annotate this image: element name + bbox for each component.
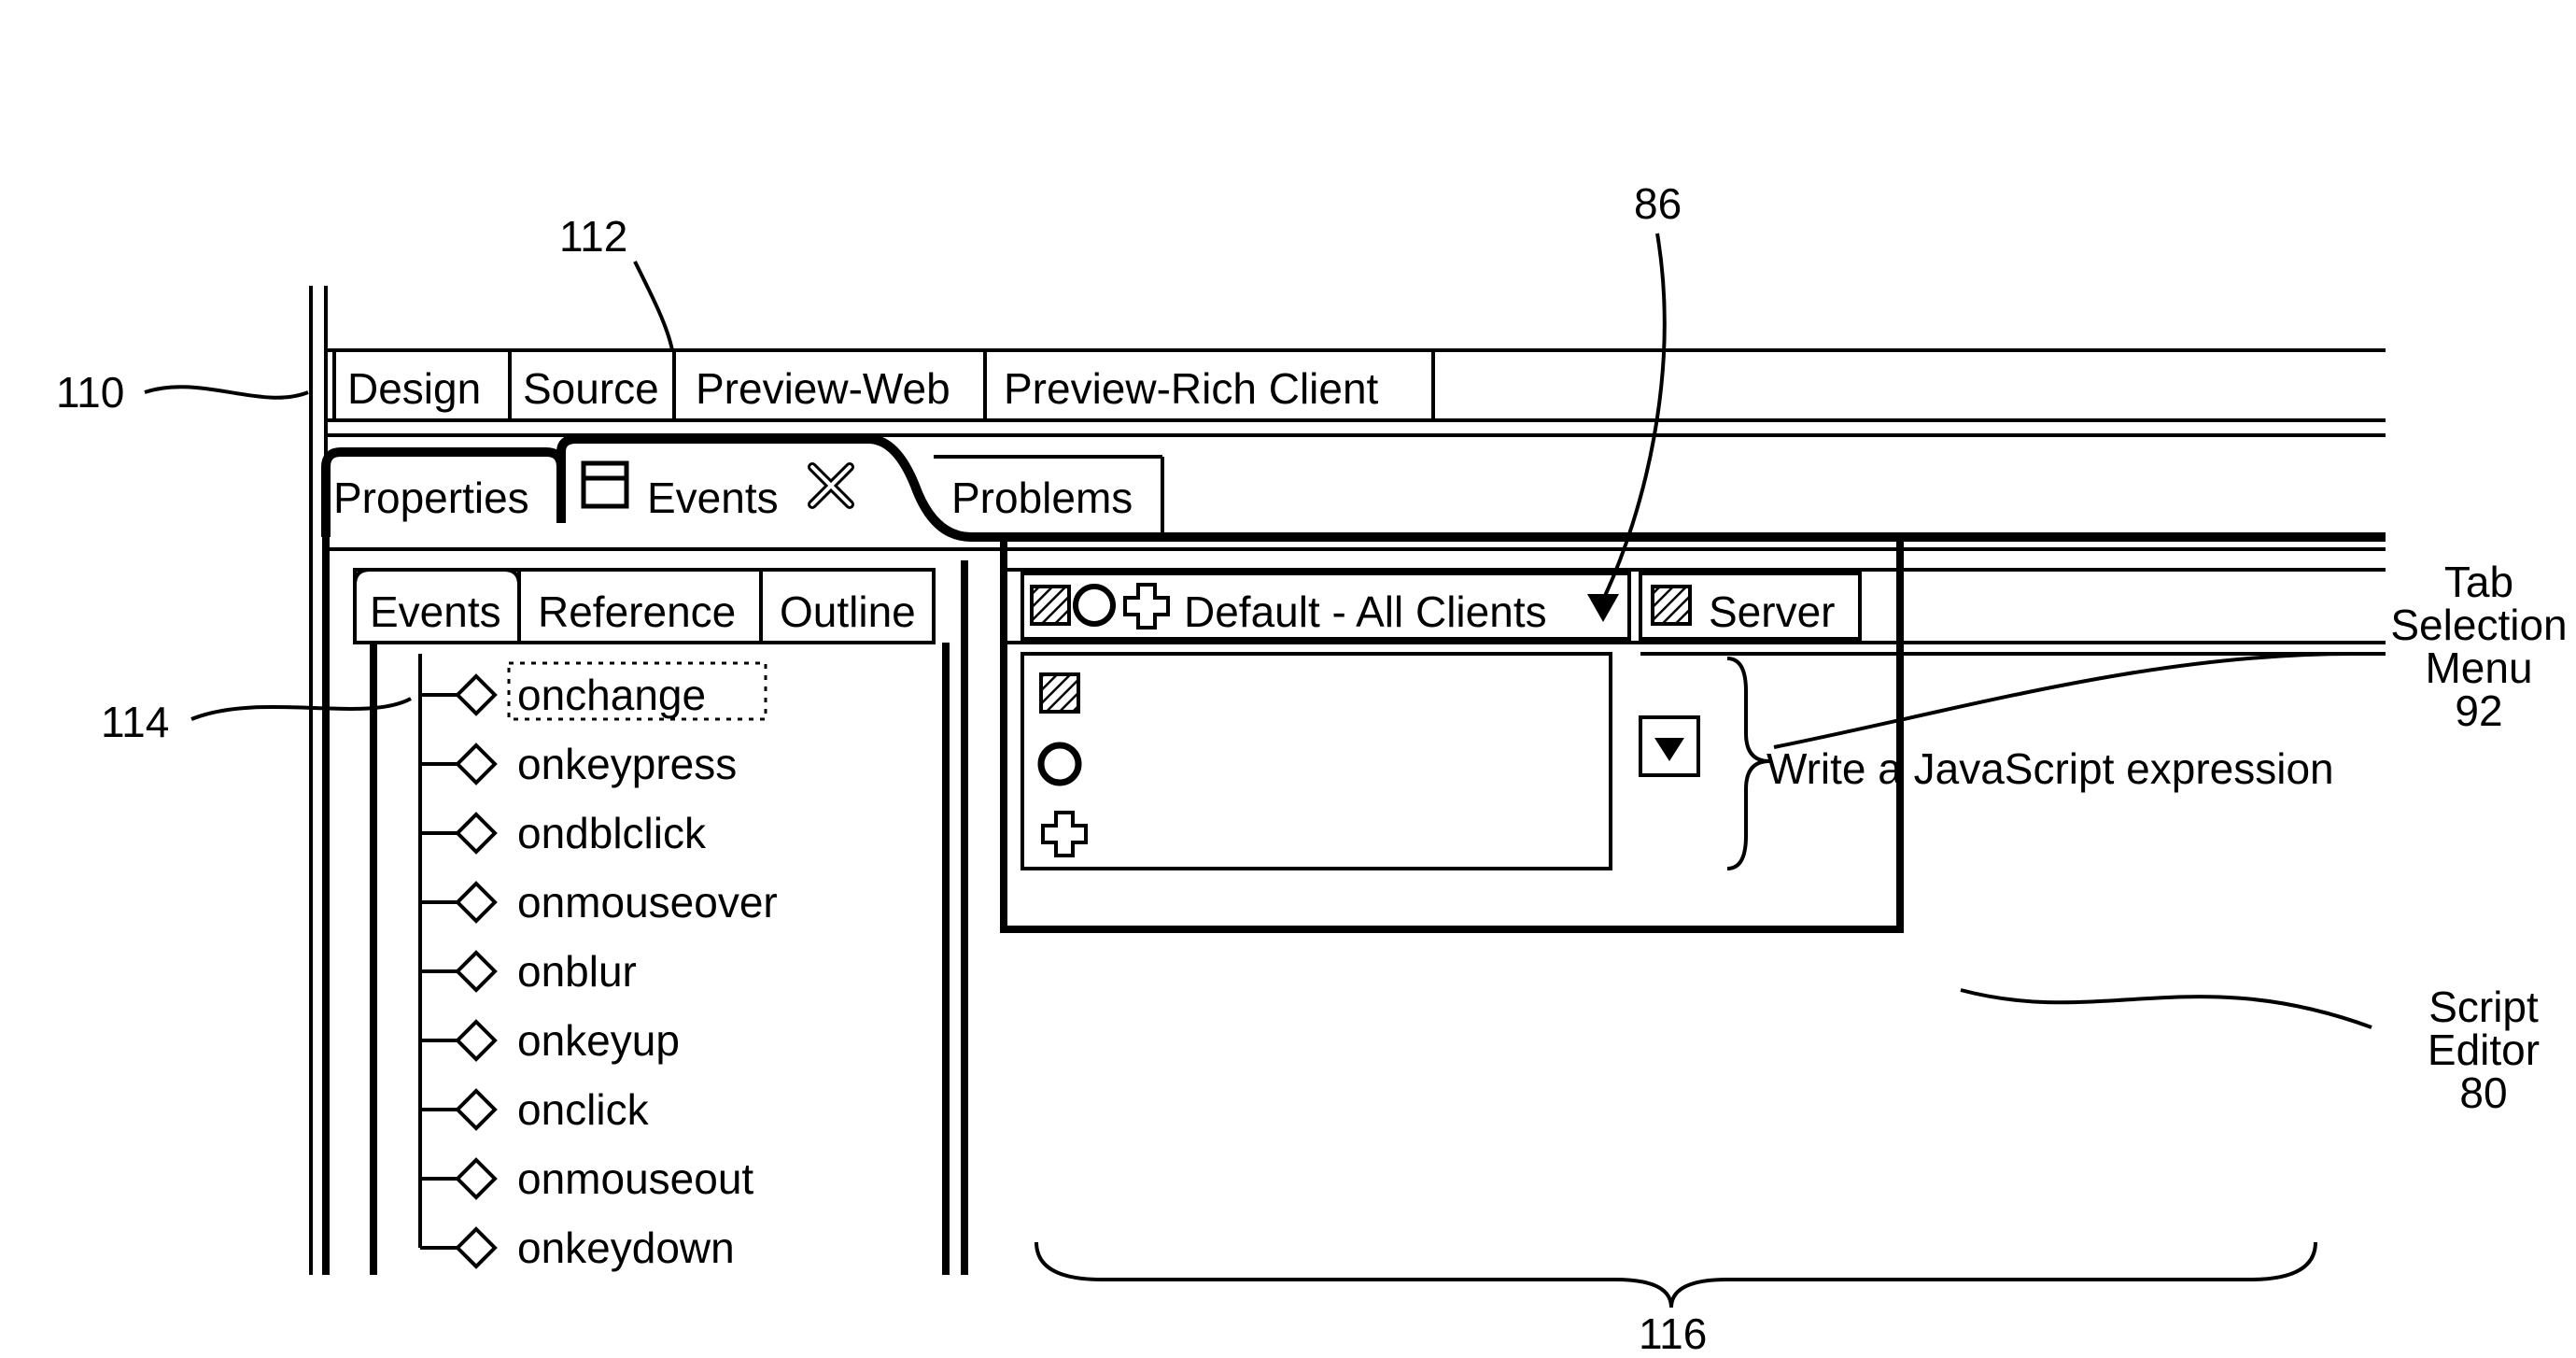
leader-86	[1604, 233, 1665, 598]
hatched-square-icon	[1032, 587, 1069, 624]
tree-branches	[420, 676, 495, 1266]
leader-script-editor	[1961, 990, 2372, 1027]
diamond-icon	[457, 1022, 495, 1059]
leader-110	[145, 387, 308, 398]
hatched-square-icon	[1041, 674, 1078, 712]
brace-right-small	[1727, 658, 1769, 869]
panel-icon	[584, 463, 626, 506]
diamond-icon	[457, 884, 495, 921]
diamond-icon	[457, 953, 495, 990]
diamond-icon	[457, 1229, 495, 1266]
diamond-icon	[457, 1091, 495, 1128]
leader-tab-selection	[1774, 654, 2353, 747]
midtabs-active-outline	[326, 439, 2386, 537]
leader-114	[191, 699, 411, 719]
circle-icon	[1076, 587, 1113, 624]
diamond-icon	[457, 676, 495, 714]
close-icon[interactable]	[812, 467, 850, 504]
diamond-icon	[457, 745, 495, 783]
leader-112	[635, 262, 672, 350]
hatched-square-icon	[1653, 587, 1690, 624]
diamond-icon	[457, 814, 495, 852]
plus-icon	[1125, 585, 1168, 628]
left-tabs-box	[355, 570, 934, 643]
client-chooser-popup	[1022, 654, 1611, 869]
chevron-down-icon[interactable]	[1587, 594, 1619, 622]
left-tab-events-round	[355, 570, 519, 643]
diamond-icon	[457, 1160, 495, 1197]
brace-bottom-116	[1036, 1242, 2316, 1308]
tree-selection-box	[509, 663, 766, 719]
